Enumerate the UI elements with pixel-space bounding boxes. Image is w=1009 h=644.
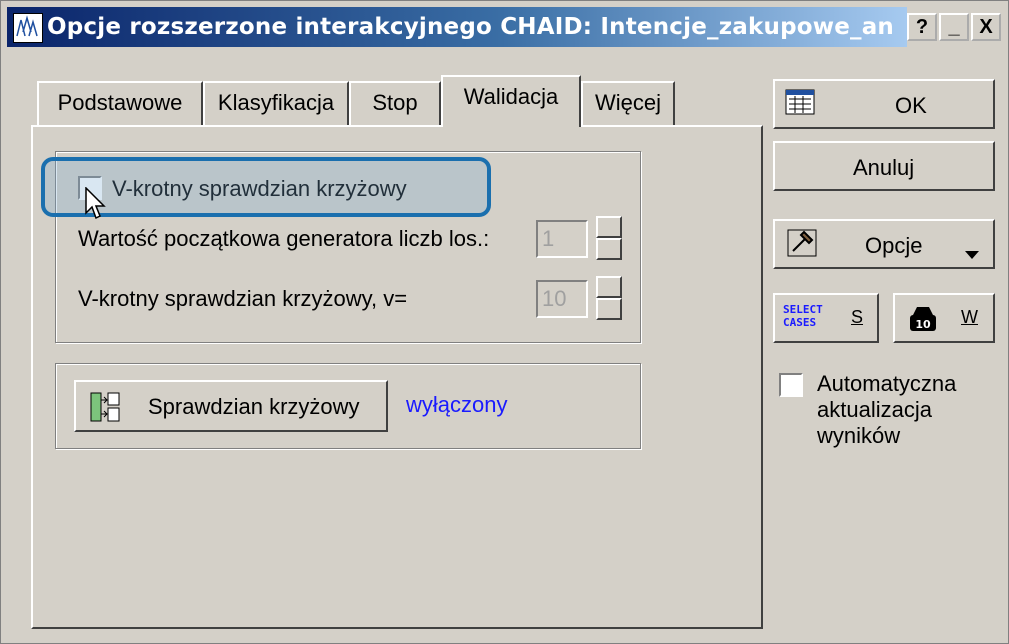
seed-label: Wartość początkowa generatora liczb los.…: [78, 226, 490, 251]
v-spin-down[interactable]: [596, 298, 622, 320]
app-icon: [13, 13, 43, 43]
options-label: Opcje: [865, 233, 923, 258]
select-cases-key: S: [851, 307, 864, 327]
chevron-down-icon: [965, 241, 979, 267]
dialog-window: Opcje rozszerzone interakcyjnego CHAID: …: [0, 0, 1009, 644]
seed-spin-down[interactable]: [596, 238, 622, 260]
weight-key: W: [961, 307, 978, 327]
select-cases-line1: SELECT: [783, 303, 823, 316]
v-input[interactable]: 10: [536, 280, 588, 318]
options-hammer-icon: [787, 229, 817, 263]
seed-input[interactable]: 1: [536, 220, 588, 258]
window-title: Opcje rozszerzone interakcyjnego CHAID: …: [47, 14, 895, 40]
auto-update-checkbox[interactable]: [779, 373, 803, 397]
title-bar: Opcje rozszerzone interakcyjnego CHAID: …: [7, 7, 1004, 47]
auto-update-label-line1: Automatyczna: [817, 371, 957, 396]
auto-update-label-line2: aktualizacja: [817, 397, 932, 422]
close-button[interactable]: X: [971, 13, 1001, 41]
v-spin-up[interactable]: [596, 276, 622, 298]
auto-update-label: Automatyczna aktualizacja wyników: [817, 371, 956, 449]
help-button[interactable]: ?: [907, 13, 937, 41]
tab-klasyfikacja[interactable]: Klasyfikacja: [203, 81, 349, 125]
ok-icon: [785, 89, 815, 121]
tab-podstawowe[interactable]: Podstawowe: [37, 81, 203, 125]
auto-update-label-line3: wyników: [817, 423, 901, 448]
weight-button[interactable]: 10 W: [893, 293, 995, 343]
tab-walidacja[interactable]: Walidacja: [441, 75, 581, 127]
v-spinner[interactable]: [596, 276, 622, 320]
crossval-group: Sprawdzian krzyżowy wyłączony: [55, 363, 641, 449]
mouse-cursor-icon: [85, 186, 107, 226]
weight-icon: 10: [907, 303, 939, 339]
tab-stop[interactable]: Stop: [349, 81, 441, 125]
ok-label: OK: [895, 93, 927, 118]
tab-wiecej[interactable]: Więcej: [581, 81, 675, 125]
cancel-label: Anuluj: [853, 155, 915, 180]
cancel-button[interactable]: Anuluj: [773, 141, 995, 191]
ok-button[interactable]: OK: [773, 79, 995, 129]
svg-text:10: 10: [915, 318, 931, 331]
select-cases-line2: CASES: [783, 316, 817, 329]
focus-highlight: [41, 157, 491, 217]
select-cases-icon: SELECT CASES: [783, 303, 823, 329]
minimize-button[interactable]: _: [939, 13, 969, 41]
seed-spin-up[interactable]: [596, 216, 622, 238]
crossval-status: wyłączony: [406, 392, 508, 417]
v-label: V-krotny sprawdzian krzyżowy, v=: [78, 286, 408, 311]
crossval-button[interactable]: Sprawdzian krzyżowy: [74, 380, 388, 432]
select-cases-button[interactable]: SELECT CASES S: [773, 293, 879, 343]
options-button[interactable]: Opcje: [773, 219, 995, 269]
seed-spinner[interactable]: [596, 216, 622, 260]
crossval-icon: [90, 392, 120, 428]
crossval-button-label: Sprawdzian krzyżowy: [148, 394, 360, 419]
